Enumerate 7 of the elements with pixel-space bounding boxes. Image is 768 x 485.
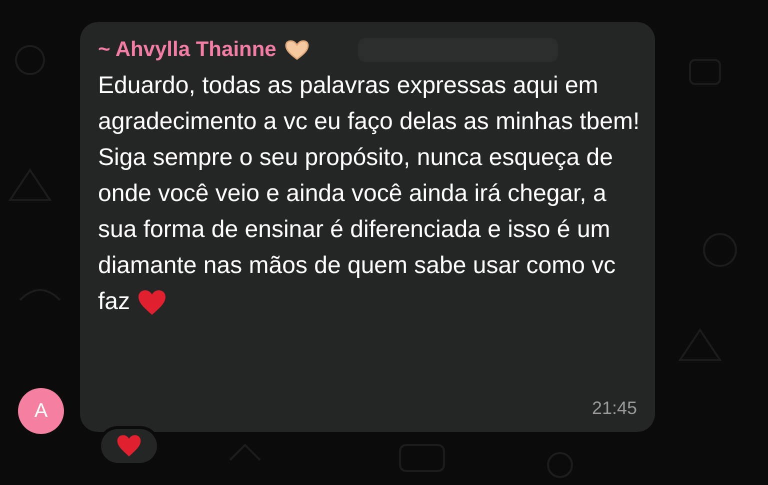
- message-text: Siga sempre o seu propósito, nunca esqueça de onde você veio e ainda você ainda irá chegar, a sua forma de ensinar é diferenciada e isso é um diamante nas mãos de quem sabe usar como vc faz: [98, 142, 617, 318]
- sender-name[interactable]: ~ Ahvylla Thainne: [98, 34, 276, 66]
- heart-hands-icon: [284, 38, 310, 61]
- message-time: 21:45: [592, 397, 637, 420]
- heart-icon: [116, 434, 142, 458]
- message-text: Eduardo, todas as palavras expressas aqui em agradecimento a vc eu faço delas as minhas tbem!: [98, 70, 641, 136]
- heart-icon: [136, 288, 167, 316]
